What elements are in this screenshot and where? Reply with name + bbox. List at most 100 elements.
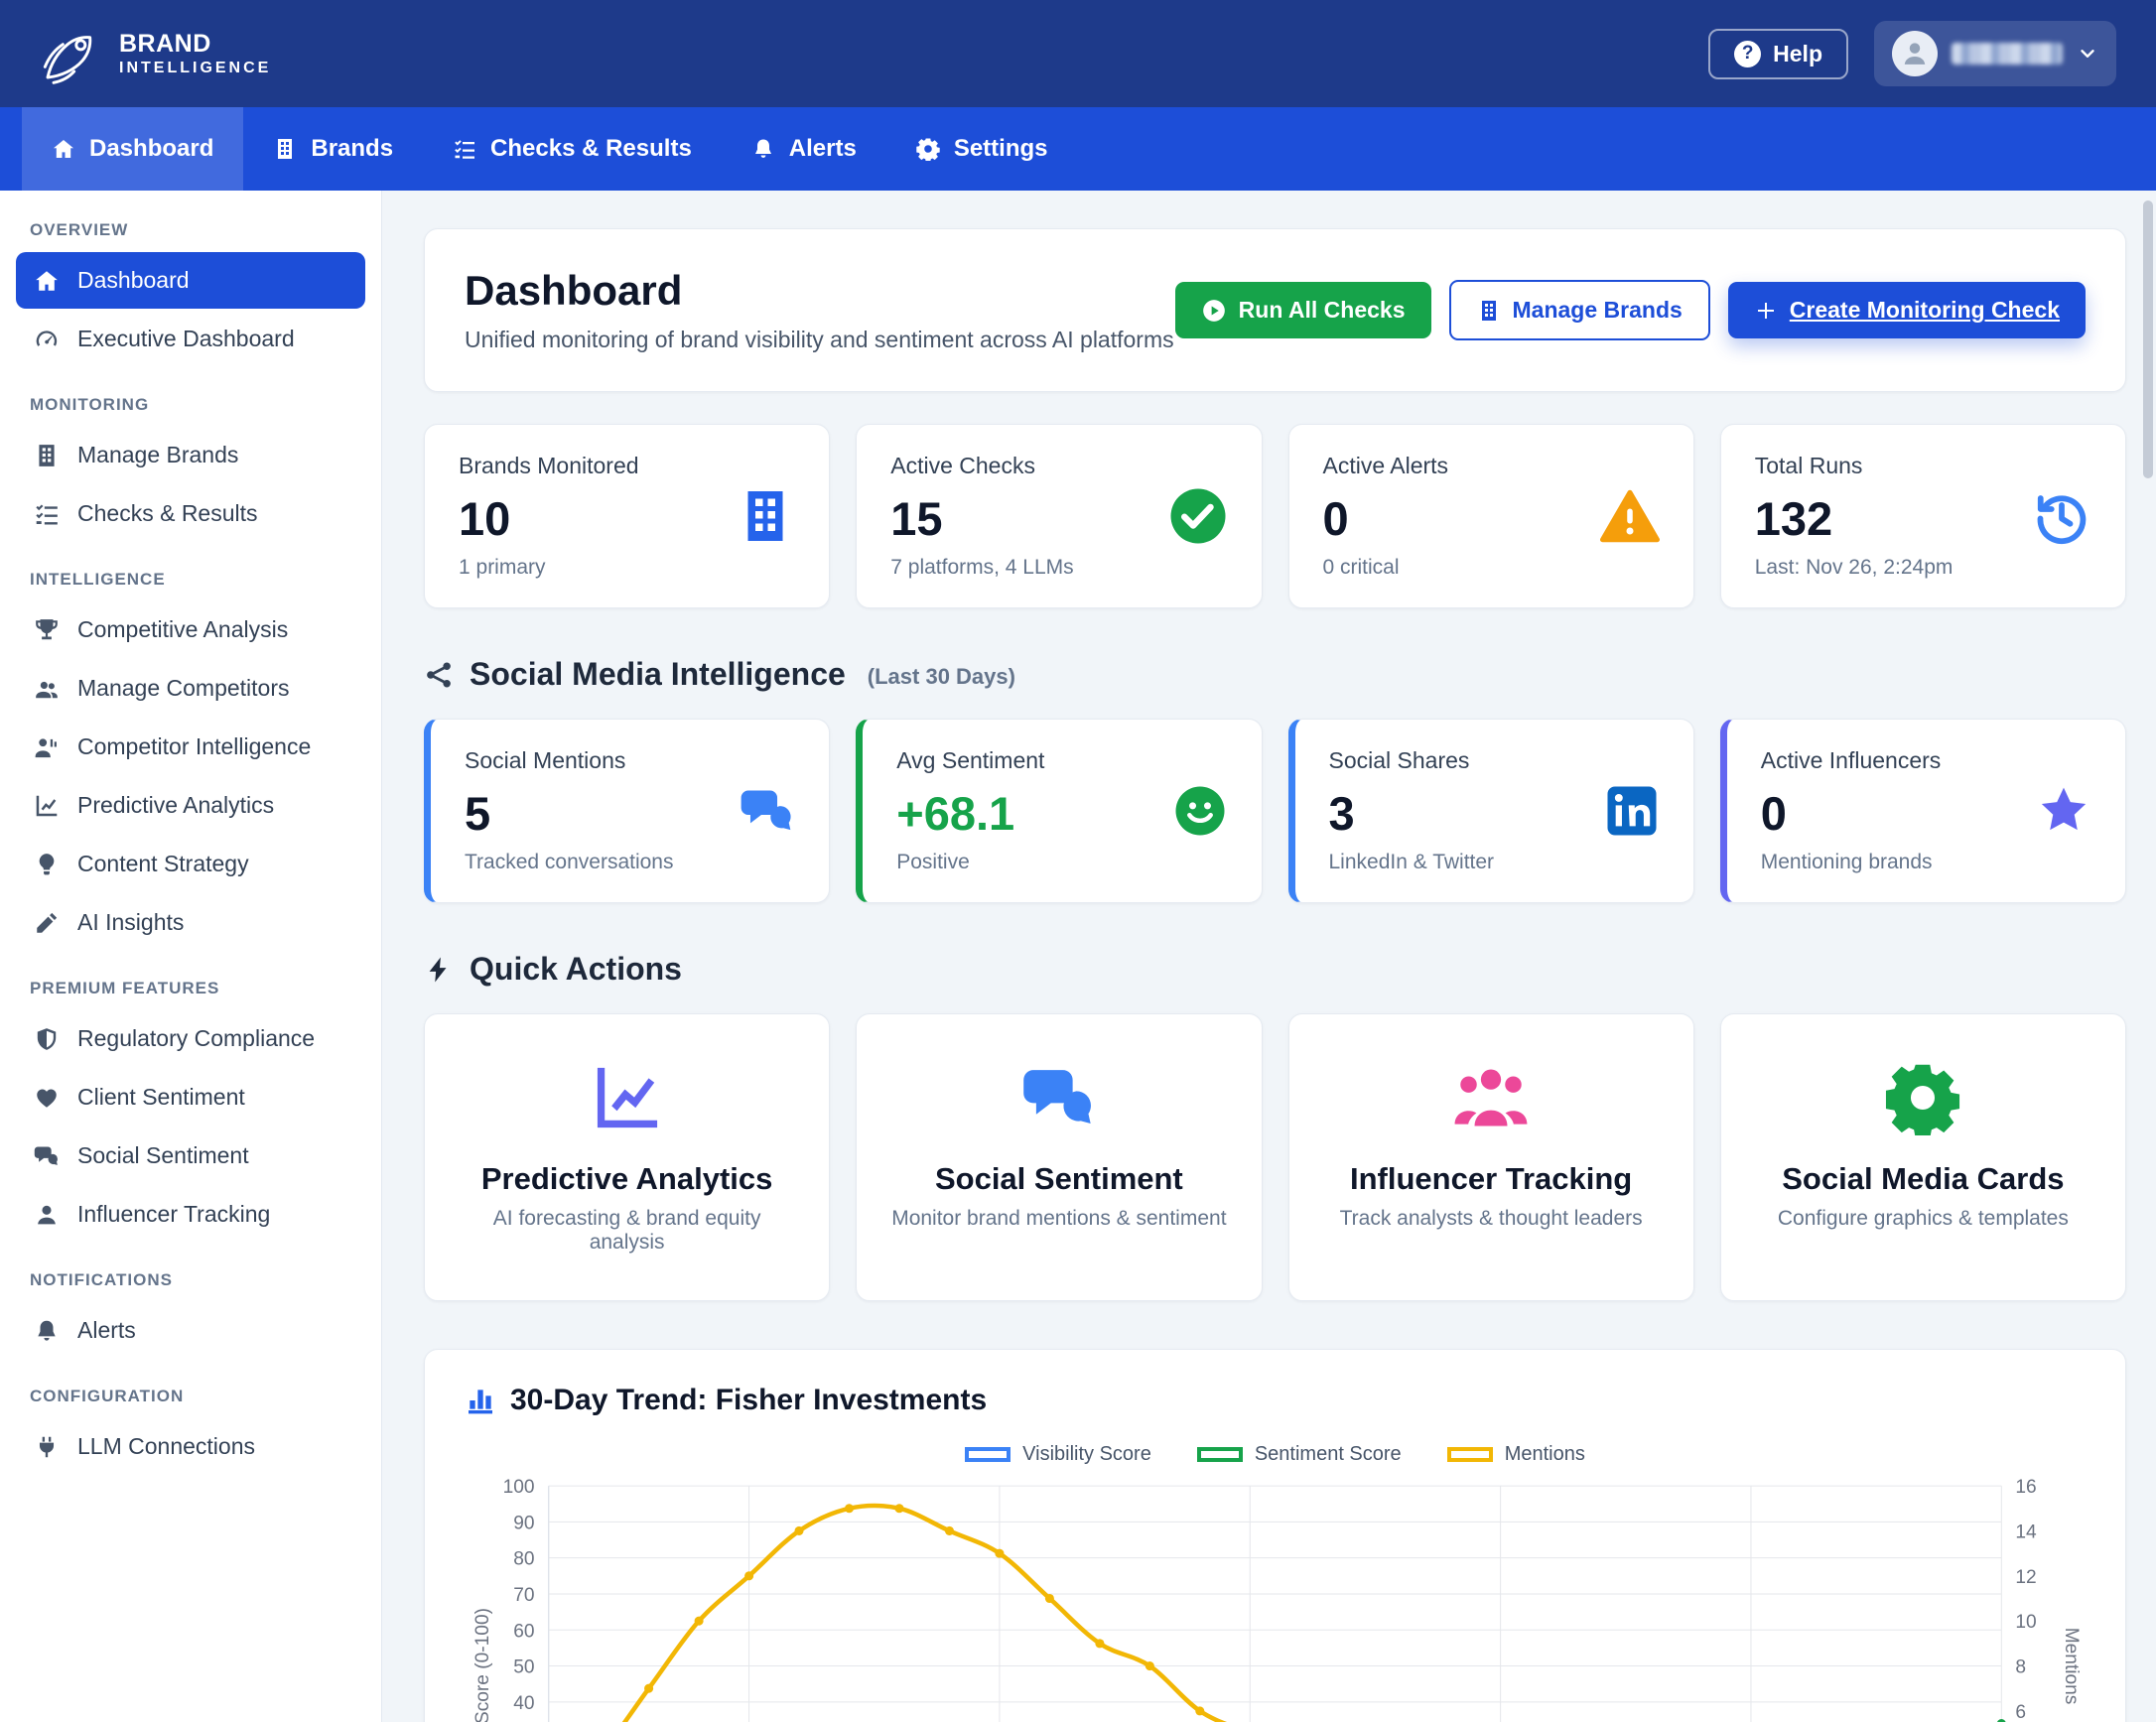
stat-card-active-checks: Active Checks 15 7 platforms, 4 LLMs bbox=[856, 424, 1262, 608]
legend-item-mentions[interactable]: Mentions bbox=[1447, 1443, 1585, 1466]
social-card-sub: Positive bbox=[896, 851, 1044, 874]
social-card-value: +68.1 bbox=[896, 786, 1044, 841]
social-card-label: Social Mentions bbox=[465, 747, 673, 774]
sidebar-section-intelligence: INTELLIGENCE Competitive Analysis Manage… bbox=[16, 570, 365, 951]
sidebar-item-label: AI Insights bbox=[77, 909, 184, 936]
quick-action-desc: AI forecasting & brand equity analysis bbox=[453, 1207, 801, 1255]
sidebar-section-title: OVERVIEW bbox=[30, 220, 351, 240]
legend-item-sentiment-score[interactable]: Sentiment Score bbox=[1197, 1443, 1402, 1466]
person-icon bbox=[34, 1202, 60, 1228]
nav-item-dashboard[interactable]: Dashboard bbox=[22, 107, 243, 191]
checklist-icon bbox=[453, 137, 476, 161]
nav-item-settings[interactable]: Settings bbox=[886, 107, 1078, 191]
sidebar-section-title: CONFIGURATION bbox=[30, 1387, 351, 1406]
help-button[interactable]: ? Help bbox=[1708, 29, 1848, 79]
chart-line-icon bbox=[34, 793, 60, 819]
sidebar-item-competitor-intelligence[interactable]: Competitor Intelligence bbox=[16, 719, 365, 775]
svg-text:6: 6 bbox=[2015, 1702, 2026, 1722]
scrollbar-thumb[interactable] bbox=[2143, 200, 2153, 478]
heart-icon bbox=[34, 1085, 60, 1111]
quick-action-title: Predictive Analytics bbox=[481, 1161, 773, 1197]
social-section-title: Social Media Intelligence bbox=[470, 656, 846, 693]
scrollbar-track[interactable] bbox=[2142, 195, 2154, 1718]
run-all-checks-button[interactable]: Run All Checks bbox=[1175, 282, 1431, 338]
main-nav: Dashboard Brands Checks & Results Alerts… bbox=[0, 107, 2156, 191]
sidebar-section-title: NOTIFICATIONS bbox=[30, 1270, 351, 1290]
sidebar-section-overview: OVERVIEW Dashboard Executive Dashboard bbox=[16, 220, 365, 367]
brand-text: BRAND INTELLIGENCE bbox=[119, 32, 271, 76]
nav-item-checks-results[interactable]: Checks & Results bbox=[423, 107, 722, 191]
legend-swatch bbox=[1447, 1447, 1493, 1462]
social-card-text: Active Influencers 0 Mentioning brands bbox=[1761, 747, 1942, 874]
star-icon bbox=[2036, 783, 2091, 839]
stat-sub: Last: Nov 26, 2:24pm bbox=[1755, 556, 1954, 580]
sidebar-section-premium-features: PREMIUM FEATURES Regulatory Compliance C… bbox=[16, 979, 365, 1243]
sidebar-section-notifications: NOTIFICATIONS Alerts bbox=[16, 1270, 365, 1359]
building-icon bbox=[34, 443, 60, 468]
sidebar-item-ai-insights[interactable]: AI Insights bbox=[16, 894, 365, 951]
page-header-card: Dashboard Unified monitoring of brand vi… bbox=[424, 228, 2126, 392]
sidebar-item-label: Competitor Intelligence bbox=[77, 733, 311, 760]
social-card-text: Social Shares 3 LinkedIn & Twitter bbox=[1329, 747, 1495, 874]
building-icon bbox=[1477, 299, 1501, 323]
sidebar-item-client-sentiment[interactable]: Client Sentiment bbox=[16, 1069, 365, 1126]
gear-icon bbox=[1885, 1060, 1960, 1135]
nav-item-label: Brands bbox=[311, 135, 393, 163]
play-circle-icon bbox=[1201, 298, 1227, 324]
checklist-icon bbox=[34, 501, 60, 527]
sidebar-item-competitive-analysis[interactable]: Competitive Analysis bbox=[16, 601, 365, 658]
page-header-text: Dashboard Unified monitoring of brand vi… bbox=[465, 267, 1174, 353]
sidebar-item-manage-brands[interactable]: Manage Brands bbox=[16, 427, 365, 483]
svg-text:14: 14 bbox=[2015, 1523, 2037, 1543]
sidebar-item-social-sentiment[interactable]: Social Sentiment bbox=[16, 1127, 365, 1184]
quick-actions-title: Quick Actions bbox=[470, 951, 682, 988]
create-monitoring-check-button[interactable]: Create Monitoring Check bbox=[1728, 282, 2086, 338]
sidebar-item-label: Manage Competitors bbox=[77, 675, 290, 702]
sidebar-item-influencer-tracking[interactable]: Influencer Tracking bbox=[16, 1186, 365, 1243]
svg-text:50: 50 bbox=[513, 1657, 534, 1678]
sidebar-item-dashboard[interactable]: Dashboard bbox=[16, 252, 365, 309]
sidebar: OVERVIEW Dashboard Executive Dashboard M… bbox=[0, 191, 382, 1722]
social-card-value: 0 bbox=[1761, 786, 1942, 841]
history-icon bbox=[2032, 486, 2091, 546]
nav-item-alerts[interactable]: Alerts bbox=[722, 107, 886, 191]
quick-actions-header: Quick Actions bbox=[424, 951, 2126, 988]
quick-action-predictive-analytics[interactable]: Predictive Analytics AI forecasting & br… bbox=[424, 1013, 830, 1301]
help-label: Help bbox=[1773, 41, 1822, 67]
sidebar-item-predictive-analytics[interactable]: Predictive Analytics bbox=[16, 777, 365, 834]
quick-action-social-sentiment[interactable]: Social Sentiment Monitor brand mentions … bbox=[856, 1013, 1262, 1301]
social-card-sub: Tracked conversations bbox=[465, 851, 673, 874]
pen-icon bbox=[34, 910, 60, 936]
nav-item-brands[interactable]: Brands bbox=[243, 107, 423, 191]
legend-item-visibility-score[interactable]: Visibility Score bbox=[965, 1443, 1151, 1466]
stat-value: 15 bbox=[890, 491, 1073, 546]
sidebar-item-alerts[interactable]: Alerts bbox=[16, 1302, 365, 1359]
social-card-social-mentions: Social Mentions 5 Tracked conversations bbox=[424, 719, 830, 903]
brand-logo[interactable]: BRAND INTELLIGENCE bbox=[40, 22, 271, 85]
user-chart-icon bbox=[34, 734, 60, 760]
sidebar-item-checks-results[interactable]: Checks & Results bbox=[16, 485, 365, 542]
social-card-value: 5 bbox=[465, 786, 673, 841]
sidebar-item-executive-dashboard[interactable]: Executive Dashboard bbox=[16, 311, 365, 367]
quick-action-influencer-tracking[interactable]: Influencer Tracking Track analysts & tho… bbox=[1288, 1013, 1694, 1301]
social-section-header: Social Media Intelligence (Last 30 Days) bbox=[424, 656, 2126, 693]
user-name-redacted bbox=[1952, 43, 2063, 65]
sidebar-item-regulatory-compliance[interactable]: Regulatory Compliance bbox=[16, 1010, 365, 1067]
sidebar-section-title: INTELLIGENCE bbox=[30, 570, 351, 590]
sidebar-item-content-strategy[interactable]: Content Strategy bbox=[16, 836, 365, 892]
chart-line-icon bbox=[590, 1060, 665, 1135]
quick-action-social-media-cards[interactable]: Social Media Cards Configure graphics & … bbox=[1720, 1013, 2126, 1301]
chat-icon bbox=[34, 1143, 60, 1169]
sidebar-item-llm-connections[interactable]: LLM Connections bbox=[16, 1418, 365, 1475]
user-menu[interactable] bbox=[1874, 21, 2116, 86]
page-title: Dashboard bbox=[465, 267, 1174, 315]
nav-item-label: Alerts bbox=[789, 135, 857, 163]
sidebar-item-manage-competitors[interactable]: Manage Competitors bbox=[16, 660, 365, 717]
manage-brands-button[interactable]: Manage Brands bbox=[1449, 280, 1710, 340]
gauge-icon bbox=[34, 327, 60, 352]
sidebar-item-label: Influencer Tracking bbox=[77, 1201, 270, 1228]
sidebar-item-label: Checks & Results bbox=[77, 500, 258, 527]
sidebar-item-label: LLM Connections bbox=[77, 1433, 255, 1460]
sidebar-item-label: Dashboard bbox=[77, 267, 190, 294]
bell-icon bbox=[751, 137, 775, 161]
